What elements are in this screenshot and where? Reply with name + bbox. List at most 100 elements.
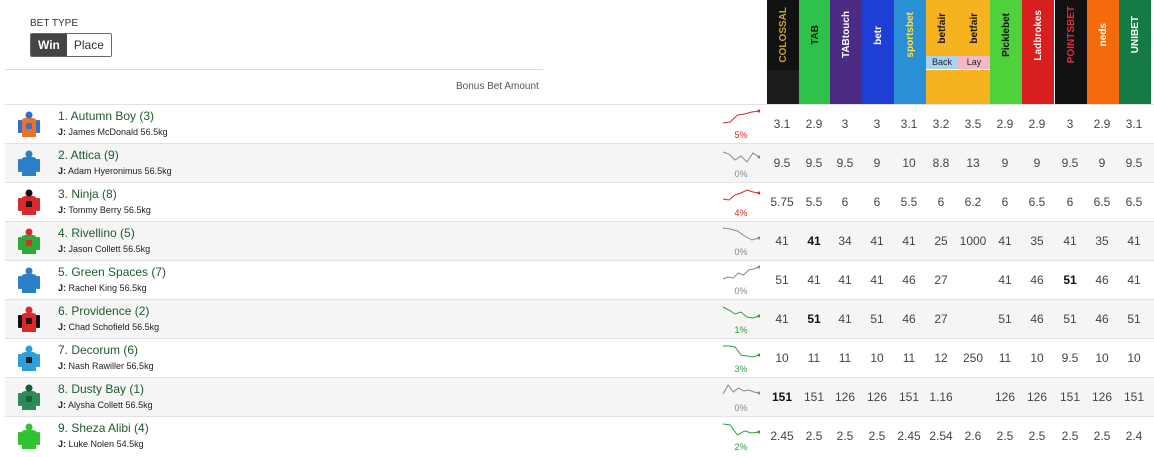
runner-name[interactable]: 3. Ninja (8) — [58, 187, 117, 201]
odds-cell[interactable]: 41 — [1118, 261, 1150, 300]
odds-cell[interactable]: 51 — [766, 261, 798, 300]
odds-cell[interactable]: 46 — [893, 261, 925, 300]
bookmaker-column-header[interactable]: betfair Back — [926, 0, 958, 104]
runner-row[interactable]: 4. Rivellino (5) J: Jason Collett 56.5kg 0… — [5, 221, 766, 260]
bookmaker-column-header[interactable]: sportsbet — [894, 0, 926, 104]
runner-row[interactable]: 9. Sheza Alibi (4) J: Luke Nolen 54.5kg 2% — [5, 416, 766, 455]
odds-cell[interactable]: 46 — [1086, 261, 1118, 300]
odds-cell[interactable]: 9.5 — [1054, 144, 1086, 183]
odds-cell[interactable]: 2.5 — [798, 417, 830, 456]
odds-cell[interactable]: 46 — [1021, 261, 1053, 300]
odds-cell[interactable]: 41 — [829, 300, 861, 339]
odds-cell[interactable]: 151 — [1054, 378, 1086, 417]
odds-cell[interactable]: 41 — [861, 261, 893, 300]
odds-cell[interactable]: 126 — [861, 378, 893, 417]
bookmaker-column-header[interactable]: betr — [862, 0, 894, 104]
bet-type-win-button[interactable]: Win — [31, 34, 67, 56]
bet-type-place-button[interactable]: Place — [66, 34, 111, 56]
odds-cell[interactable]: 126 — [829, 378, 861, 417]
odds-cell[interactable]: 3.2 — [925, 105, 957, 144]
odds-cell[interactable]: 151 — [893, 378, 925, 417]
odds-cell[interactable]: 5.75 — [766, 183, 798, 222]
runner-name[interactable]: 5. Green Spaces (7) — [58, 265, 166, 279]
odds-cell[interactable]: 10 — [1086, 339, 1118, 378]
bookmaker-column-header[interactable]: Ladbrokes — [1022, 0, 1054, 104]
bookmaker-column-header[interactable]: TAB — [799, 0, 831, 104]
runner-name[interactable]: 9. Sheza Alibi (4) — [58, 421, 149, 435]
odds-cell[interactable]: 46 — [893, 300, 925, 339]
runner-row[interactable]: 3. Ninja (8) J: Tommy Berry 56.5kg 4% — [5, 182, 766, 221]
odds-cell[interactable]: 27 — [925, 300, 957, 339]
odds-cell[interactable]: 5.5 — [798, 183, 830, 222]
runner-row[interactable]: 2. Attica (9) J: Adam Hyeronimus 56.5kg 0% — [5, 143, 766, 182]
odds-cell[interactable]: 51 — [989, 300, 1021, 339]
bookmaker-column-header[interactable]: COLOSSAL — [767, 0, 799, 104]
odds-cell[interactable]: 3.1 — [893, 105, 925, 144]
odds-cell[interactable]: 41 — [1054, 222, 1086, 261]
odds-cell[interactable]: 9.5 — [1118, 144, 1150, 183]
odds-cell[interactable]: 9 — [989, 144, 1021, 183]
odds-cell[interactable]: 2.5 — [829, 417, 861, 456]
odds-cell[interactable]: 2.5 — [989, 417, 1021, 456]
odds-cell[interactable]: 2.6 — [957, 417, 989, 456]
runner-row[interactable]: 8. Dusty Bay (1) J: Alysha Collett 56.5kg… — [5, 377, 766, 416]
runner-name[interactable]: 8. Dusty Bay (1) — [58, 382, 144, 396]
odds-cell[interactable]: 10 — [1021, 339, 1053, 378]
odds-cell[interactable]: 3.1 — [1118, 105, 1150, 144]
odds-cell[interactable]: 1000 — [957, 222, 989, 261]
odds-cell[interactable]: 2.5 — [861, 417, 893, 456]
odds-cell[interactable]: 41 — [798, 222, 830, 261]
odds-cell[interactable]: 10 — [893, 144, 925, 183]
odds-cell[interactable]: 9 — [1021, 144, 1053, 183]
odds-cell[interactable]: 46 — [1086, 300, 1118, 339]
odds-cell[interactable]: 51 — [798, 300, 830, 339]
odds-cell[interactable]: 11 — [798, 339, 830, 378]
odds-cell[interactable]: 51 — [1054, 261, 1086, 300]
odds-cell[interactable]: 2.4 — [1118, 417, 1150, 456]
odds-cell[interactable]: 10 — [861, 339, 893, 378]
odds-cell[interactable]: 6 — [829, 183, 861, 222]
odds-cell[interactable]: 41 — [829, 261, 861, 300]
runner-row[interactable]: 5. Green Spaces (7) J: Rachel King 56.5kg… — [5, 260, 766, 299]
odds-cell[interactable]: 9.5 — [1054, 339, 1086, 378]
odds-cell[interactable]: 9 — [1086, 144, 1118, 183]
odds-cell[interactable]: 2.9 — [798, 105, 830, 144]
odds-cell[interactable]: 151 — [798, 378, 830, 417]
odds-cell[interactable]: 126 — [1021, 378, 1053, 417]
runner-name[interactable]: 7. Decorum (6) — [58, 343, 138, 357]
odds-cell[interactable]: 3.5 — [957, 105, 989, 144]
runner-name[interactable]: 6. Providence (2) — [58, 304, 149, 318]
odds-cell[interactable]: 8.8 — [925, 144, 957, 183]
odds-cell[interactable]: 41 — [766, 300, 798, 339]
odds-cell[interactable]: 11 — [989, 339, 1021, 378]
odds-cell[interactable]: 2.9 — [1086, 105, 1118, 144]
bookmaker-column-header[interactable]: TABtouch — [830, 0, 862, 104]
odds-cell[interactable]: 1.16 — [925, 378, 957, 417]
odds-cell[interactable]: 2.5 — [1021, 417, 1053, 456]
bookmaker-column-header[interactable]: neds — [1087, 0, 1119, 104]
runner-row[interactable]: 7. Decorum (6) J: Nash Rawiller 56.5kg 3% — [5, 338, 766, 377]
odds-cell[interactable]: 51 — [1118, 300, 1150, 339]
odds-cell[interactable]: 151 — [766, 378, 798, 417]
odds-cell[interactable]: 41 — [798, 261, 830, 300]
odds-cell[interactable]: 41 — [989, 261, 1021, 300]
runner-row[interactable]: 6. Providence (2) J: Chad Schofield 56.5k… — [5, 299, 766, 338]
odds-cell[interactable]: 10 — [1118, 339, 1150, 378]
runner-row[interactable]: 1. Autumn Boy (3) J: James McDonald 56.5k… — [5, 104, 766, 143]
bookmaker-column-header[interactable]: POINTSBET — [1055, 0, 1087, 104]
odds-cell[interactable]: 41 — [893, 222, 925, 261]
odds-cell[interactable]: 6 — [1054, 183, 1086, 222]
odds-cell[interactable]: 3 — [861, 105, 893, 144]
odds-cell[interactable]: 35 — [1021, 222, 1053, 261]
odds-cell[interactable]: 2.9 — [1021, 105, 1053, 144]
odds-cell[interactable]: 9.5 — [829, 144, 861, 183]
odds-cell[interactable]: 9.5 — [766, 144, 798, 183]
odds-cell[interactable]: 126 — [989, 378, 1021, 417]
odds-cell[interactable]: 2.5 — [1086, 417, 1118, 456]
odds-cell[interactable]: 2.54 — [925, 417, 957, 456]
odds-cell[interactable]: 12 — [925, 339, 957, 378]
odds-cell[interactable]: 151 — [1118, 378, 1150, 417]
odds-cell[interactable]: 6.5 — [1021, 183, 1053, 222]
bookmaker-column-header[interactable]: betfair Lay — [958, 0, 990, 104]
odds-cell[interactable]: 41 — [989, 222, 1021, 261]
